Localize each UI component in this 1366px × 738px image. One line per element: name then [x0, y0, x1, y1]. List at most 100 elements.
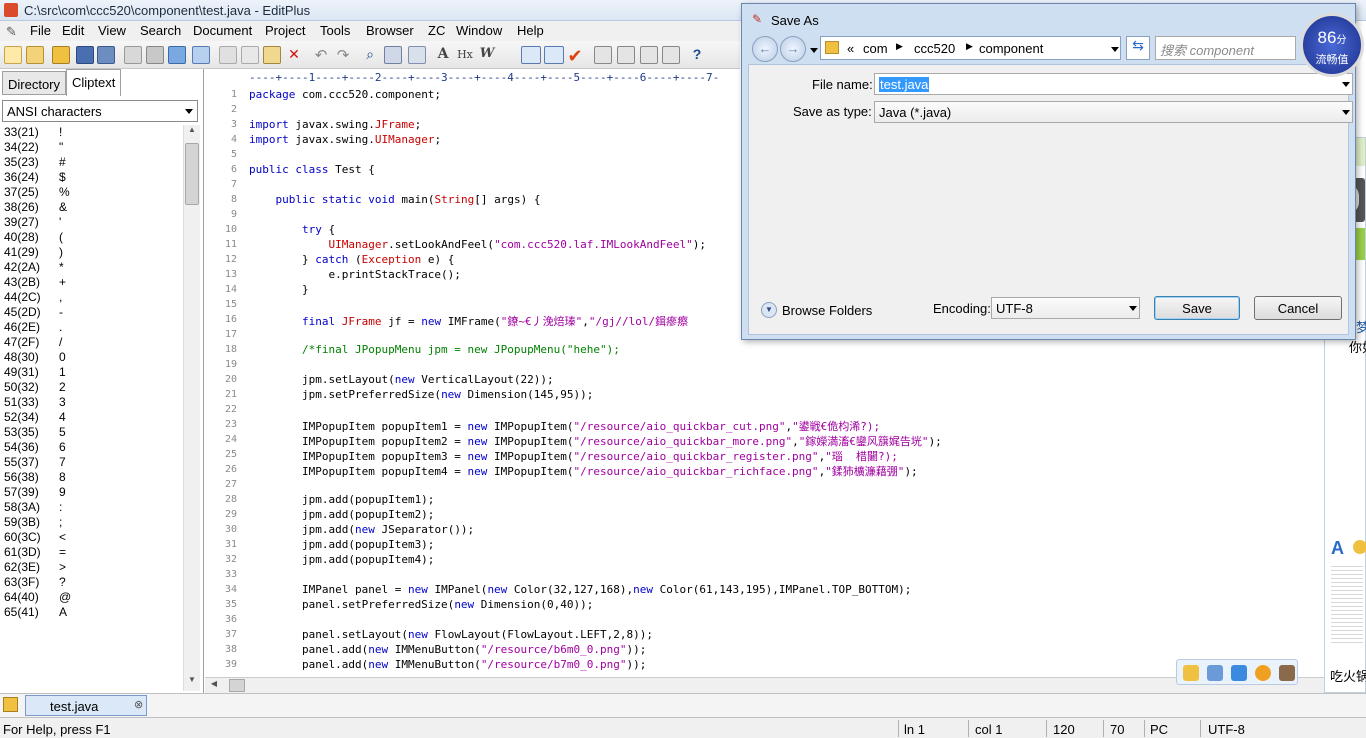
code-line[interactable]: package com.ccc520.component;	[249, 88, 441, 101]
scroll-down-icon[interactable]: ▼	[185, 675, 199, 689]
menu-tools[interactable]: Tools	[320, 23, 350, 38]
menu-search[interactable]: Search	[140, 23, 181, 38]
print-icon[interactable]	[146, 46, 164, 64]
char-list-item[interactable]: 59(3B);	[4, 515, 62, 530]
word-wrap-icon[interactable]: W	[478, 46, 496, 64]
font-icon[interactable]: A	[434, 46, 452, 64]
code-line[interactable]: final JFrame jf = new IMFrame("鐐~€丿浼焙瑧",…	[249, 313, 688, 329]
paste-icon[interactable]	[263, 46, 281, 64]
help-icon[interactable]: ?	[688, 46, 706, 64]
char-list-item[interactable]: 43(2B) +	[4, 275, 66, 290]
charset-select[interactable]: ANSI characters	[2, 100, 198, 122]
char-list-item[interactable]: 65(41) A	[4, 605, 67, 620]
char-list-item[interactable]: 36(24) $	[4, 170, 66, 185]
char-list-item[interactable]: 61(3D) =	[4, 545, 66, 560]
folder-icon[interactable]	[3, 697, 18, 712]
h-scroll-thumb[interactable]	[229, 679, 245, 692]
history-dropdown-icon[interactable]	[810, 48, 818, 53]
qt-screen-icon[interactable]	[1231, 665, 1247, 681]
code-line[interactable]: panel.setLayout(new FlowLayout(FlowLayou…	[249, 628, 653, 641]
qt-gear-icon[interactable]	[1183, 665, 1199, 681]
browse-chevron-icon[interactable]: ▼	[761, 302, 777, 318]
char-list-item[interactable]: 51(33) 3	[4, 395, 66, 410]
address-bar[interactable]: « com ▶ ccc520 ▶ component	[820, 36, 1121, 60]
close-tab-icon[interactable]: ⊗	[134, 698, 143, 711]
code-line[interactable]: import javax.swing.JFrame;	[249, 118, 421, 131]
save-all-icon[interactable]	[97, 46, 115, 64]
char-list-item[interactable]: 53(35) 5	[4, 425, 66, 440]
code-line[interactable]: jpm.add(popupItem1);	[249, 493, 434, 506]
address-dropdown-icon[interactable]	[1111, 47, 1119, 52]
forward-button[interactable]: →	[780, 36, 806, 62]
code-line[interactable]: try {	[249, 223, 335, 236]
goto-icon[interactable]	[408, 46, 426, 64]
font-a-icon[interactable]: A	[1331, 538, 1344, 559]
code-line[interactable]: jpm.setPreferredSize(new Dimension(145,9…	[249, 388, 593, 401]
char-list-item[interactable]: 58(3A):	[4, 500, 62, 515]
code-line[interactable]: public class Test {	[249, 163, 375, 176]
scroll-left-icon[interactable]: ◀	[207, 679, 221, 692]
menu-zc[interactable]: ZC	[428, 23, 445, 38]
char-list-item[interactable]: 50(32) 2	[4, 380, 66, 395]
char-list-item[interactable]: 57(39) 9	[4, 485, 66, 500]
refresh-icon[interactable]: ⇆	[1126, 36, 1150, 60]
emoji-icon[interactable]	[1353, 540, 1366, 554]
qt-image-icon[interactable]	[1279, 665, 1295, 681]
char-list-item[interactable]: 45(2D) -	[4, 305, 63, 320]
tab-cliptext[interactable]: Cliptext	[66, 69, 122, 96]
char-list-item[interactable]: 46(2E).	[4, 320, 62, 335]
char-list-item[interactable]: 35(23) #	[4, 155, 66, 170]
qt-save-icon[interactable]	[1207, 665, 1223, 681]
copy-icon[interactable]	[241, 46, 259, 64]
code-line[interactable]: jpm.add(new JSeparator());	[249, 523, 474, 536]
code-line[interactable]: IMPopupItem popupItem4 = new IMPopupItem…	[249, 463, 918, 479]
window-tile-icon[interactable]	[594, 46, 612, 64]
char-list-item[interactable]: 60(3C) <	[4, 530, 66, 545]
char-list-item[interactable]: 44(2C),	[4, 290, 62, 305]
char-list-item[interactable]: 37(25)%	[4, 185, 70, 200]
redo-icon[interactable]: ↷	[334, 46, 352, 64]
code-line[interactable]: IMPopupItem popupItem3 = new IMPopupItem…	[249, 448, 898, 464]
char-list-item[interactable]: 48(30) 0	[4, 350, 66, 365]
code-line[interactable]: panel.setPreferredSize(new Dimension(0,4…	[249, 598, 593, 611]
menu-window[interactable]: Window	[456, 23, 502, 38]
menu-project[interactable]: Project	[265, 23, 305, 38]
char-list-item[interactable]: 56(38) 8	[4, 470, 66, 485]
hex-view-icon[interactable]: Hx	[456, 46, 474, 64]
find-icon[interactable]: ⌕	[361, 46, 379, 64]
code-line[interactable]: } catch (Exception e) {	[249, 253, 454, 266]
code-line[interactable]: IMPopupItem popupItem2 = new IMPopupItem…	[249, 433, 942, 449]
menu-edit[interactable]: Edit	[62, 23, 84, 38]
char-list-scrollbar[interactable]: ▲ ▼	[183, 125, 200, 691]
open-folder-icon[interactable]	[52, 46, 70, 64]
delete-icon[interactable]: ✕	[285, 46, 303, 64]
cut-icon[interactable]	[219, 46, 237, 64]
breadcrumb-com[interactable]: com	[863, 41, 888, 56]
menu-help[interactable]: Help	[517, 23, 544, 38]
browse-folders-toggle[interactable]: Browse Folders	[782, 303, 872, 318]
cliptext-icon[interactable]	[640, 46, 658, 64]
breadcrumb-more[interactable]: «	[847, 41, 854, 56]
char-list-item[interactable]: 55(37) 7	[4, 455, 66, 470]
char-list-item[interactable]: 33(21)!	[4, 125, 62, 140]
code-line[interactable]: jpm.add(popupItem3);	[249, 538, 434, 551]
code-line[interactable]: jpm.add(popupItem4);	[249, 553, 434, 566]
new-file-icon[interactable]	[4, 46, 22, 64]
code-line[interactable]: jpm.setLayout(new VerticalLayout(22));	[249, 373, 554, 386]
print-preview-icon[interactable]	[124, 46, 142, 64]
scroll-up-icon[interactable]: ▲	[185, 125, 199, 139]
code-line[interactable]: panel.add(new IMMenuButton("/resource/b6…	[249, 643, 646, 656]
char-list-item[interactable]: 47(2F) /	[4, 335, 62, 350]
char-list-item[interactable]: 38(26) &	[4, 200, 67, 215]
code-line[interactable]: e.printStackTrace();	[249, 268, 460, 281]
code-line[interactable]: /*final JPopupMenu jpm = new JPopupMenu(…	[249, 343, 620, 356]
filename-dropdown-icon[interactable]	[1342, 82, 1350, 87]
back-button[interactable]: ←	[752, 36, 778, 62]
directory-icon[interactable]	[662, 46, 680, 64]
code-line[interactable]: IMPopupItem popupItem1 = new IMPopupItem…	[249, 418, 880, 434]
char-list-item[interactable]: 52(34) 4	[4, 410, 66, 425]
ruler-icon[interactable]	[544, 46, 564, 64]
cancel-button[interactable]: Cancel	[1254, 296, 1342, 320]
qt-emoji-icon[interactable]	[1255, 665, 1271, 681]
window-cascade-icon[interactable]	[617, 46, 635, 64]
